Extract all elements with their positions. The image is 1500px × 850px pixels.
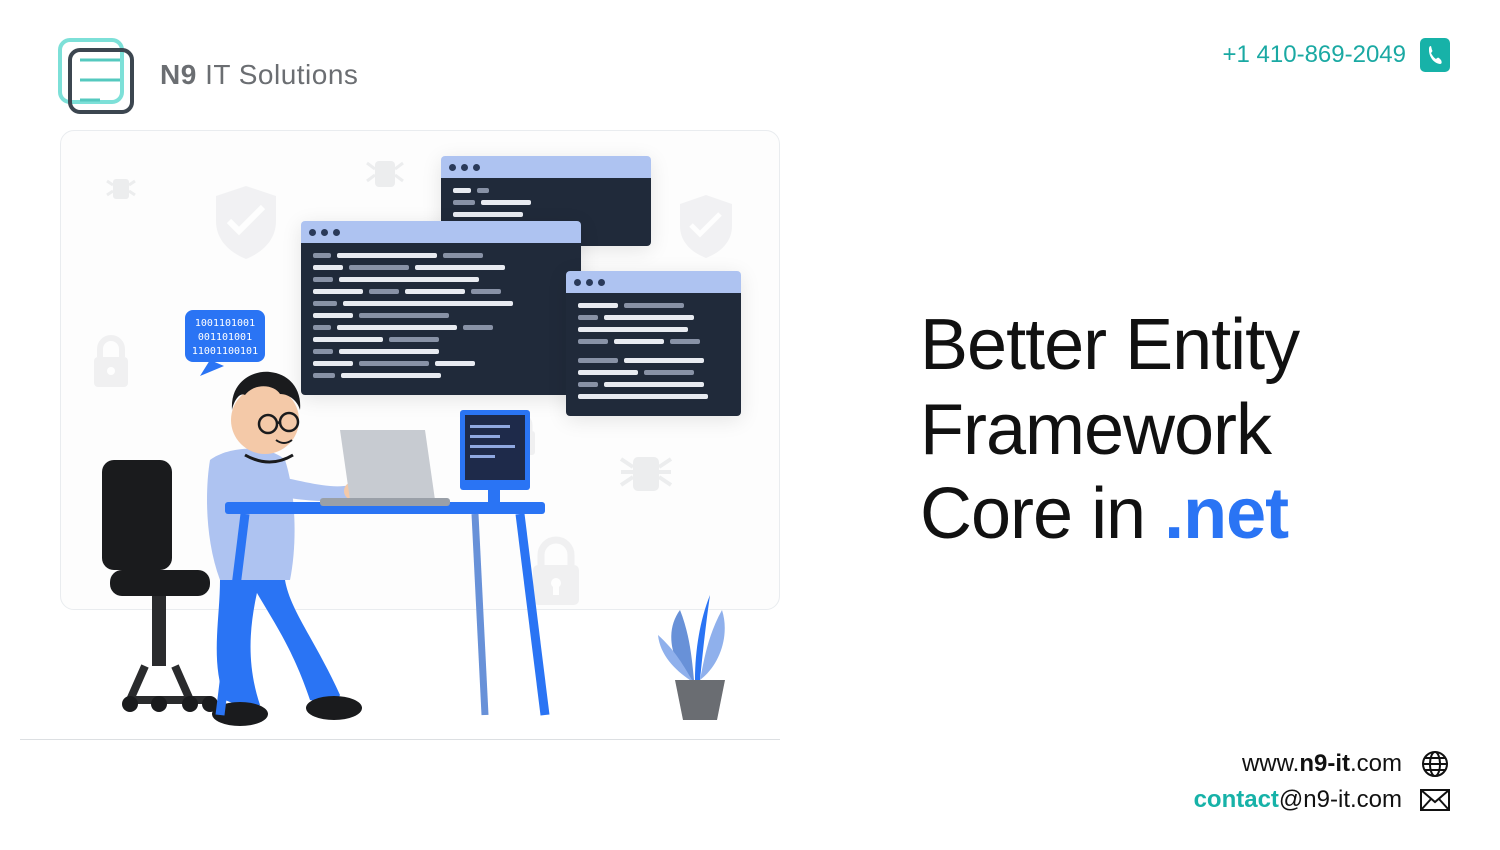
developer-scene: 1001101001 001101001 11001100101 [90, 310, 790, 740]
logo-icon [50, 30, 140, 120]
phone-icon [1420, 38, 1450, 72]
office-chair [102, 460, 218, 712]
svg-text:11001100101: 11001100101 [192, 346, 258, 357]
footer-contact: www.n9-it.com contact@n9-it.com [1194, 750, 1450, 814]
plant [658, 595, 725, 720]
monitor [460, 410, 530, 507]
company-logo: N9 IT Solutions [50, 30, 358, 120]
shield-icon [676, 191, 736, 261]
header: N9 IT Solutions +1 410-869-2049 [0, 0, 1500, 130]
hero-illustration: 1001101001 001101001 11001100101 [50, 130, 830, 730]
developer-person [207, 372, 362, 726]
headline-text: Better Entity Framework Core in .net [920, 303, 1450, 558]
floor-line [20, 739, 780, 740]
svg-text:001101001: 001101001 [198, 332, 252, 343]
page-headline: Better Entity Framework Core in .net [830, 303, 1450, 558]
binary-speech-bubble: 1001101001 001101001 11001100101 [185, 310, 265, 376]
mail-icon [1420, 789, 1450, 811]
shield-icon [211, 181, 281, 261]
globe-icon [1420, 750, 1450, 778]
phone-contact[interactable]: +1 410-869-2049 [1223, 30, 1451, 72]
bug-icon [101, 171, 141, 211]
main-content: 1001101001 001101001 11001100101 [0, 130, 1500, 730]
company-name: N9 IT Solutions [160, 59, 358, 91]
email-link[interactable]: contact@n9-it.com [1194, 786, 1450, 814]
phone-number: +1 410-869-2049 [1223, 41, 1407, 69]
svg-text:1001101001: 1001101001 [195, 318, 255, 329]
bug-icon [361, 151, 409, 199]
website-link[interactable]: www.n9-it.com [1242, 750, 1450, 778]
